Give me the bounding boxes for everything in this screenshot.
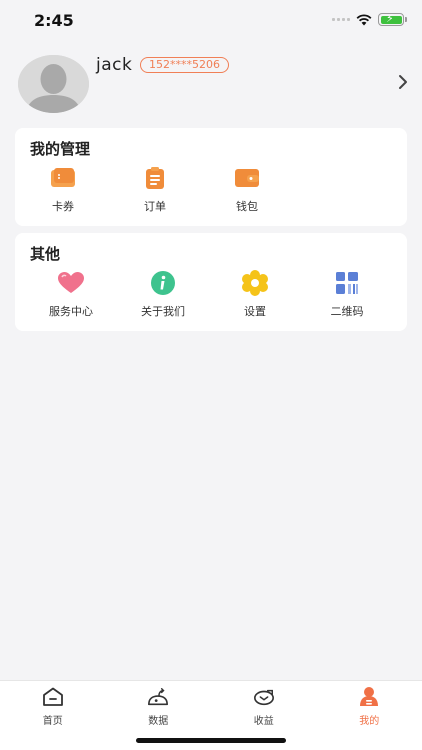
tab-data-label: 数据 xyxy=(148,716,169,727)
qrcode-icon xyxy=(333,269,361,297)
order-label: 订单 xyxy=(144,200,166,213)
flower-gear-icon xyxy=(241,269,269,297)
management-title: 我的管理 xyxy=(30,140,91,158)
about-us-button[interactable]: 关于我们 xyxy=(117,269,209,319)
settings-label: 设置 xyxy=(244,305,266,318)
status-time: 2:45 xyxy=(34,11,74,30)
wifi-icon xyxy=(356,13,372,25)
info-icon xyxy=(149,269,177,297)
signal-icon xyxy=(332,18,350,21)
wallet-icon xyxy=(233,164,261,192)
profile-icon xyxy=(358,686,380,708)
wallet-label: 钱包 xyxy=(236,200,258,213)
management-card: 我的管理 卡券 订单 钱包 xyxy=(15,128,407,226)
coupon-icon xyxy=(49,164,77,192)
phone-badge: 152****5206 xyxy=(140,57,229,73)
avatar[interactable] xyxy=(18,55,89,113)
income-icon xyxy=(253,686,275,708)
status-bar: 2:45 ⚡ xyxy=(0,0,422,44)
service-center-label: 服务中心 xyxy=(49,305,93,318)
heart-icon xyxy=(57,269,85,297)
home-indicator xyxy=(136,738,286,743)
tab-home[interactable]: 首页 xyxy=(0,681,106,750)
service-center-button[interactable]: 服务中心 xyxy=(25,269,117,319)
other-card: 其他 服务中心 关于我们 设置 二维码 xyxy=(15,233,407,331)
about-us-label: 关于我们 xyxy=(141,305,185,318)
tab-income-label: 收益 xyxy=(253,716,274,727)
coupon-label: 卡券 xyxy=(52,200,74,213)
other-title: 其他 xyxy=(30,245,61,263)
settings-button[interactable]: 设置 xyxy=(209,269,301,319)
tab-mine-label: 我的 xyxy=(359,716,380,727)
wallet-button[interactable]: 钱包 xyxy=(201,164,293,214)
tab-mine[interactable]: 我的 xyxy=(317,681,422,750)
tab-home-label: 首页 xyxy=(42,716,63,727)
qrcode-label: 二维码 xyxy=(330,305,364,318)
chevron-right-icon[interactable] xyxy=(398,74,408,90)
coupon-button[interactable]: 卡券 xyxy=(17,164,109,214)
qrcode-button[interactable]: 二维码 xyxy=(301,269,393,319)
battery-icon: ⚡ xyxy=(378,12,407,26)
home-icon xyxy=(42,686,64,708)
order-icon xyxy=(141,164,169,192)
order-button[interactable]: 订单 xyxy=(109,164,201,214)
profile-header[interactable]: jack 152****5206 xyxy=(0,50,422,120)
status-icons: ⚡ xyxy=(332,12,407,26)
data-icon xyxy=(147,686,169,708)
username: jack xyxy=(96,55,133,75)
